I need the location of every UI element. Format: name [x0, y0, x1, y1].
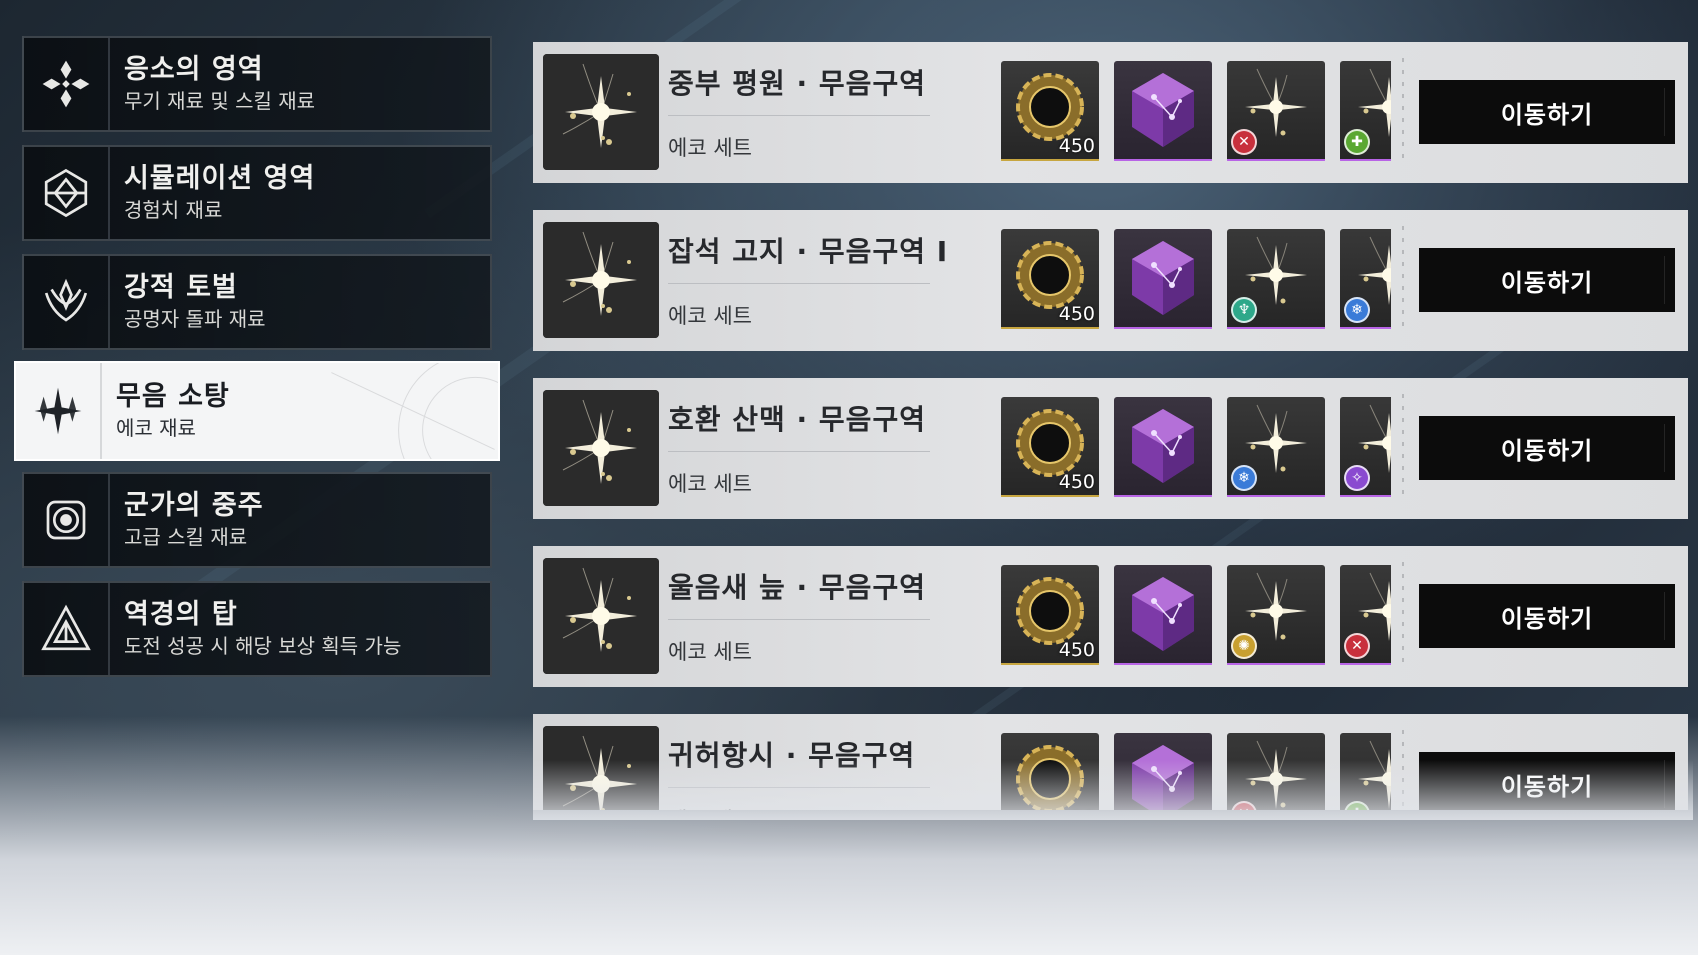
sidebar-item-title: 무음 소탕: [116, 381, 230, 412]
snowflake-icon: ❄: [1231, 465, 1257, 491]
domain-title: 잡석 고지 · 무음구역 Ⅰ: [668, 235, 949, 268]
triangle-tower-icon: [24, 583, 110, 675]
sun-ring-icon: ✺: [1231, 633, 1257, 659]
domain-thumbnail: [543, 222, 659, 338]
domain-thumbnail: [543, 558, 659, 674]
domain-subtitle: 에코 세트: [668, 640, 752, 664]
reward-list: 450 ✕: [1001, 61, 1391, 161]
sidebar-item-subtitle: 고급 스킬 재료: [124, 525, 248, 549]
row-separator: [1402, 394, 1404, 502]
flame-emblem-icon: [24, 256, 110, 348]
reward-list: 450 ❄ ✧: [1001, 397, 1391, 497]
reward-list: 450 ♆ ❄: [1001, 229, 1391, 329]
diamond-cross-icon: [24, 38, 110, 130]
sidebar-item-title: 시뮬레이션 영역: [124, 163, 316, 194]
domain-row-4: 울음새 늪 · 무음구역 에코 세트 450 ✺ ✕ 이동하기: [533, 546, 1688, 687]
domain-title: 호환 산맥 · 무음구역: [668, 403, 926, 436]
sidebar-item-title: 역경의 탑: [124, 599, 238, 630]
go-button[interactable]: 이동하기: [1419, 248, 1675, 312]
domain-subtitle: 에코 세트: [668, 136, 752, 160]
title-divider: [668, 115, 930, 116]
reward-tuner[interactable]: [1114, 61, 1212, 161]
domain-subtitle: 에코 세트: [668, 472, 752, 496]
echo-sparkle-icon: [543, 390, 659, 506]
reward-tuner[interactable]: [1114, 397, 1212, 497]
sidebar-item-boss-challenge[interactable]: 강적 토벌 공명자 돌파 재료: [22, 254, 492, 350]
decorative-circle-pattern: [331, 363, 498, 459]
go-button[interactable]: 이동하기: [1419, 80, 1675, 144]
domain-list[interactable]: 중부 평원 · 무음구역 에코 세트 450 ✕ ✚ 이동하기 잡석 고지 · …: [533, 42, 1688, 810]
category-sidebar: 응소의 영역 무기 재료 및 스킬 재료 시뮬레이션 영역 경험치 재료 강적 …: [14, 36, 500, 690]
domain-row-3: 호환 산맥 · 무음구역 에코 세트 450 ❄ ✧ 이동하기: [533, 378, 1688, 519]
sparkle-star-icon: [16, 363, 102, 459]
purple-crystal-icon: [1132, 577, 1194, 651]
reward-shell-credit[interactable]: 450: [1001, 61, 1099, 161]
go-button[interactable]: 이동하기: [1419, 416, 1675, 480]
reward-count: 450: [1058, 471, 1095, 493]
purple-crystal-icon: [1132, 409, 1194, 483]
target-ring-icon: [24, 474, 110, 566]
sidebar-item-title: 군가의 중주: [124, 490, 264, 521]
reward-echo-set-b[interactable]: ✚: [1340, 61, 1391, 161]
title-divider: [668, 619, 930, 620]
sidebar-item-subtitle: 에코 재료: [116, 416, 196, 440]
faceted-crystal-icon: [24, 147, 110, 239]
title-divider: [668, 283, 930, 284]
reward-echo-set-b[interactable]: ✧: [1340, 397, 1391, 497]
reward-count: 450: [1058, 639, 1095, 661]
list-bottom-fade: [533, 760, 1693, 820]
title-divider: [668, 451, 930, 452]
domain-title: 중부 평원 · 무음구역: [668, 67, 926, 100]
sidebar-item-subtitle: 경험치 재료: [124, 198, 223, 222]
reward-count: 450: [1058, 135, 1095, 157]
go-button[interactable]: 이동하기: [1419, 584, 1675, 648]
havoc-spiral-icon: ✧: [1344, 465, 1370, 491]
sidebar-item-forgery[interactable]: 응소의 영역 무기 재료 및 스킬 재료: [22, 36, 492, 132]
purple-crystal-icon: [1132, 241, 1194, 315]
domain-subtitle: 에코 세트: [668, 304, 752, 328]
reward-tuner[interactable]: [1114, 565, 1212, 665]
sidebar-item-tacet-suppression[interactable]: 무음 소탕 에코 재료: [14, 361, 500, 461]
echo-sparkle-icon: [543, 558, 659, 674]
reward-shell-credit[interactable]: 450: [1001, 229, 1099, 329]
reward-echo-set-b[interactable]: ❄: [1340, 229, 1391, 329]
reward-shell-credit[interactable]: 450: [1001, 565, 1099, 665]
reward-shell-credit[interactable]: 450: [1001, 397, 1099, 497]
sidebar-item-simulation[interactable]: 시뮬레이션 영역 경험치 재료: [22, 145, 492, 241]
snowflake-icon: ❄: [1344, 297, 1370, 323]
reward-echo-set-a[interactable]: ❄: [1227, 397, 1325, 497]
reward-echo-set-a[interactable]: ✺: [1227, 565, 1325, 665]
purple-crystal-icon: [1132, 73, 1194, 147]
crossed-swords-icon: ✕: [1344, 633, 1370, 659]
reward-echo-set-a[interactable]: ♆: [1227, 229, 1325, 329]
reward-list: 450 ✺ ✕: [1001, 565, 1391, 665]
row-separator: [1402, 562, 1404, 670]
domain-title: 울음새 늪 · 무음구역: [668, 571, 926, 604]
echo-sparkle-icon: [543, 54, 659, 170]
sidebar-item-title: 응소의 영역: [124, 54, 264, 85]
row-separator: [1402, 226, 1404, 334]
domain-row-2: 잡석 고지 · 무음구역 Ⅰ 에코 세트 450 ♆ ❄ 이동하기: [533, 210, 1688, 351]
heal-plus-icon: ✚: [1344, 129, 1370, 155]
reward-echo-set-a[interactable]: ✕: [1227, 61, 1325, 161]
aero-wing-icon: ♆: [1231, 297, 1257, 323]
reward-count: 450: [1058, 303, 1095, 325]
sidebar-item-title: 강적 토벌: [124, 272, 238, 303]
sidebar-item-tower-of-adversity[interactable]: 역경의 탑 도전 성공 시 해당 보상 획득 가능: [22, 581, 492, 677]
domain-thumbnail: [543, 390, 659, 506]
sidebar-item-subtitle: 공명자 돌파 재료: [124, 307, 266, 331]
sidebar-item-subtitle: 도전 성공 시 해당 보상 획득 가능: [124, 634, 402, 658]
crossed-swords-icon: ✕: [1231, 129, 1257, 155]
row-separator: [1402, 58, 1404, 166]
echo-sparkle-icon: [543, 222, 659, 338]
sidebar-item-subtitle: 무기 재료 및 스킬 재료: [124, 89, 316, 113]
reward-tuner[interactable]: [1114, 229, 1212, 329]
sidebar-item-concerto[interactable]: 군가의 중주 고급 스킬 재료: [22, 472, 492, 568]
domain-row-1: 중부 평원 · 무음구역 에코 세트 450 ✕ ✚ 이동하기: [533, 42, 1688, 183]
domain-thumbnail: [543, 54, 659, 170]
reward-echo-set-b[interactable]: ✕: [1340, 565, 1391, 665]
